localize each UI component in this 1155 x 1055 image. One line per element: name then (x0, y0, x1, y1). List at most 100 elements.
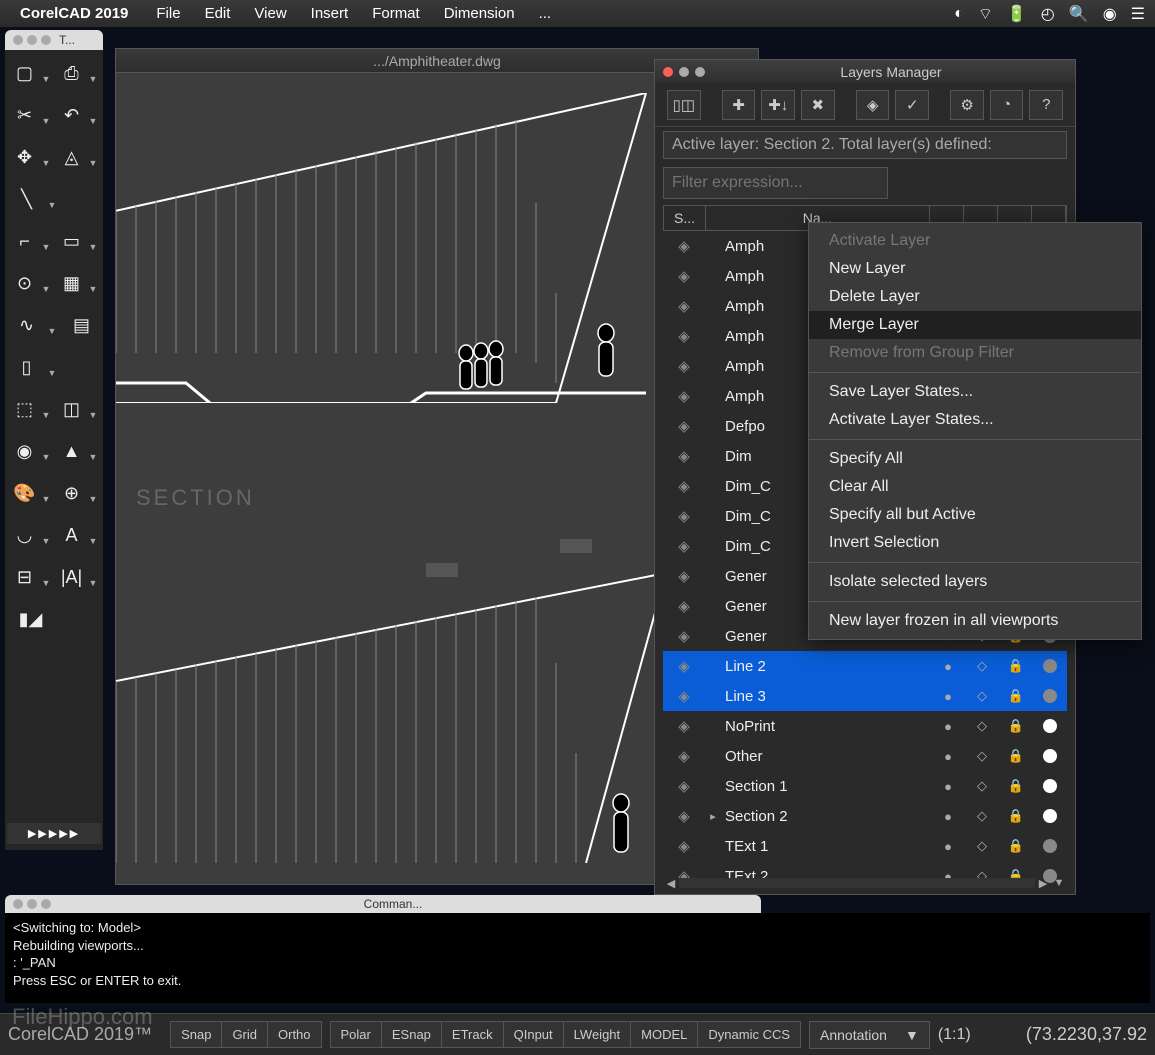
layer-states-icon[interactable]: ▯◫ (667, 90, 701, 120)
plot-icon[interactable]: 🔒 (999, 688, 1033, 704)
visibility-icon[interactable]: ◈ (663, 747, 705, 765)
model-button[interactable]: MODEL (631, 1022, 698, 1047)
snap-button[interactable]: Snap (171, 1022, 222, 1047)
freeze-icon[interactable]: ● (931, 749, 965, 764)
layer-tool2-icon[interactable]: ✓ (895, 90, 929, 120)
minimize-icon[interactable] (679, 67, 689, 77)
color-swatch[interactable] (1033, 839, 1067, 853)
grid-button[interactable]: Grid (222, 1022, 268, 1047)
shape-icon[interactable]: ◬ (58, 143, 86, 171)
box-icon[interactable]: ⬚ (11, 395, 39, 423)
context-item[interactable]: Merge Layer (809, 311, 1141, 339)
visibility-icon[interactable]: ◈ (663, 777, 705, 795)
qinput-button[interactable]: QInput (504, 1022, 564, 1047)
toolbox-icon[interactable]: ⊟ (11, 563, 39, 591)
layers-icon[interactable]: ▮◢ (17, 605, 45, 633)
rect-icon[interactable]: ▭ (58, 227, 86, 255)
command-window-titlebar[interactable]: Comman... (5, 895, 761, 913)
menu-view[interactable]: View (242, 5, 298, 22)
battery-icon[interactable]: 🔋 (1007, 4, 1027, 24)
visibility-icon[interactable]: ◈ (663, 387, 705, 405)
app-name[interactable]: CorelCAD 2019 (20, 5, 128, 22)
visibility-icon[interactable]: ◈ (663, 627, 705, 645)
trend-icon[interactable]: ◐ (954, 5, 964, 23)
freeze-icon[interactable]: ● (931, 779, 965, 794)
column-icon[interactable]: ▯ (13, 353, 41, 381)
lock-icon[interactable]: ◇ (965, 688, 999, 704)
etrack-button[interactable]: ETrack (442, 1022, 504, 1047)
delete-layer-icon[interactable]: ✖ (801, 90, 835, 120)
visibility-icon[interactable]: ◈ (663, 567, 705, 585)
layer-row[interactable]: ◈Other●◇🔒 (663, 741, 1067, 771)
layer-row[interactable]: ◈Section 1●◇🔒 (663, 771, 1067, 801)
palette-expand[interactable]: ▶▶▶▶▶ (7, 823, 101, 844)
menu-insert[interactable]: Insert (299, 5, 361, 22)
lock-icon[interactable]: ◇ (965, 838, 999, 854)
lock-icon[interactable]: ◇ (965, 778, 999, 794)
visibility-icon[interactable]: ◈ (663, 687, 705, 705)
visibility-icon[interactable]: ◈ (663, 357, 705, 375)
visibility-icon[interactable]: ◈ (663, 597, 705, 615)
visibility-icon[interactable]: ◈ (663, 267, 705, 285)
palette-icon[interactable]: 🎨 (11, 479, 39, 507)
visibility-icon[interactable]: ◈ (663, 237, 705, 255)
ortho-button[interactable]: Ortho (268, 1022, 321, 1047)
plot-icon[interactable]: 🔒 (999, 838, 1033, 854)
visibility-icon[interactable]: ◈ (663, 447, 705, 465)
cut-icon[interactable]: ✂ (11, 101, 39, 129)
color-swatch[interactable] (1033, 689, 1067, 703)
text-icon[interactable]: A (58, 521, 86, 549)
undo-icon[interactable]: ↶ (58, 101, 86, 129)
plot-icon[interactable]: 🔒 (999, 718, 1033, 734)
polyline-icon[interactable]: ⌐ (11, 227, 39, 255)
context-item[interactable]: Activate Layer States... (809, 406, 1141, 434)
scale-ratio[interactable]: (1:1) (938, 1026, 971, 1044)
visibility-icon[interactable]: ◈ (663, 417, 705, 435)
context-item[interactable]: Specify All (809, 445, 1141, 473)
menu-more[interactable]: ... (527, 5, 564, 22)
layer-row[interactable]: ◈▸Section 2●◇🔒 (663, 801, 1067, 831)
visibility-icon[interactable]: ◈ (663, 807, 705, 825)
layer-row[interactable]: ◈Line 3●◇🔒 (663, 681, 1067, 711)
layersmgr-titlebar[interactable]: Layers Manager (655, 60, 1075, 83)
freeze-icon[interactable]: ● (931, 659, 965, 674)
layer-settings-icon[interactable]: ⚙ (950, 90, 984, 120)
visibility-icon[interactable]: ◈ (663, 327, 705, 345)
add-layer-icon[interactable]: ✚↓ (761, 90, 795, 120)
plot-icon[interactable]: 🔒 (999, 748, 1033, 764)
visibility-icon[interactable]: ◈ (663, 837, 705, 855)
menu-format[interactable]: Format (360, 5, 432, 22)
expand-icon[interactable]: ▸ (705, 810, 721, 823)
color-swatch[interactable] (1033, 749, 1067, 763)
move-icon[interactable]: ✥ (11, 143, 39, 171)
polar-button[interactable]: Polar (331, 1022, 382, 1047)
lock-icon[interactable]: ◇ (965, 718, 999, 734)
layer-row[interactable]: ◈Line 2●◇🔒 (663, 651, 1067, 681)
freeze-icon[interactable]: ● (931, 719, 965, 734)
line-icon[interactable]: ╲ (13, 185, 41, 213)
wifi-icon[interactable]: ⌔ (978, 4, 993, 24)
menu-edit[interactable]: Edit (193, 5, 243, 22)
visibility-icon[interactable]: ◈ (663, 297, 705, 315)
layer-scrollbar[interactable]: ◀▶▼ (663, 876, 1067, 890)
menu-dimension[interactable]: Dimension (432, 5, 527, 22)
freeze-icon[interactable]: ● (931, 689, 965, 704)
visibility-icon[interactable]: ◈ (663, 537, 705, 555)
arc-icon[interactable]: ◡ (11, 521, 39, 549)
print-icon[interactable]: ⎙ (58, 59, 86, 87)
zoom-icon[interactable] (695, 67, 705, 77)
layer-row[interactable]: ◈TExt 1●◇🔒 (663, 831, 1067, 861)
visibility-icon[interactable]: ◈ (663, 717, 705, 735)
spline-icon[interactable]: ∿ (13, 311, 41, 339)
layer-user-icon[interactable]: ◔ (990, 90, 1024, 120)
filter-input[interactable] (663, 167, 888, 199)
plot-icon[interactable]: 🔒 (999, 658, 1033, 674)
context-item[interactable]: New Layer (809, 255, 1141, 283)
esnap-button[interactable]: ESnap (382, 1022, 442, 1047)
freeze-icon[interactable]: ● (931, 809, 965, 824)
dynamicccs-button[interactable]: Dynamic CCS (698, 1022, 800, 1047)
align-icon[interactable]: ▤ (67, 311, 95, 339)
color-swatch[interactable] (1033, 719, 1067, 733)
context-item[interactable]: Save Layer States... (809, 378, 1141, 406)
context-item[interactable]: Isolate selected layers (809, 568, 1141, 596)
